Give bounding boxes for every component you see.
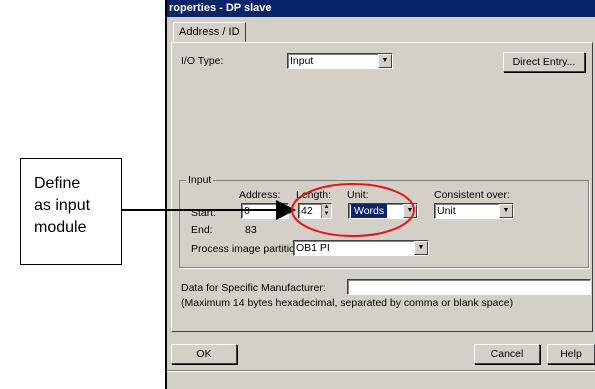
highlight-ellipse (291, 183, 415, 237)
annotation-overlay (122, 183, 415, 237)
screenshot-canvas: { "window": { "title": "roperties - DP s… (0, 0, 595, 389)
